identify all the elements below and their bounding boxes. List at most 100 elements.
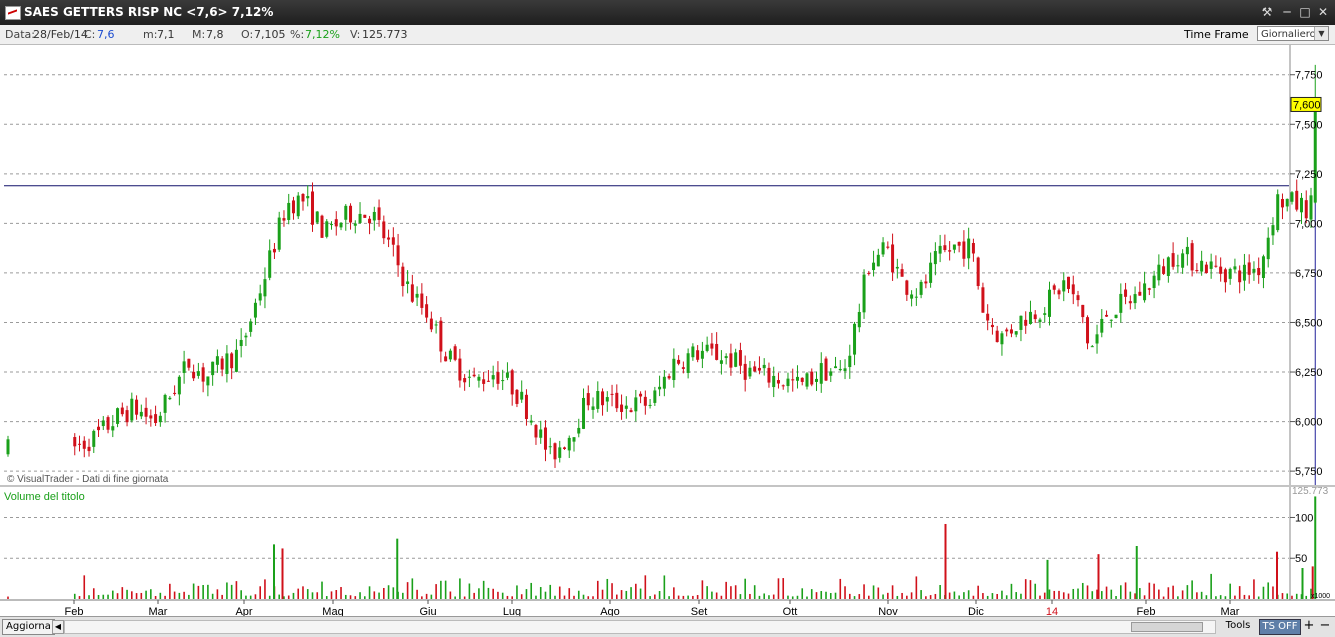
pct-value: 7,12%: [305, 28, 340, 41]
candle-body: [933, 251, 937, 265]
candle-body: [125, 410, 129, 423]
volume-bar: [635, 583, 637, 599]
candle-body: [691, 346, 695, 358]
volume-bar: [920, 590, 922, 599]
volume-bar: [368, 586, 371, 599]
candle-body: [163, 394, 167, 413]
zoom-in-button[interactable]: +: [1302, 618, 1316, 634]
volume-bar: [1100, 591, 1103, 599]
candle-body: [924, 281, 928, 284]
scroll-left-icon[interactable]: ◀: [52, 620, 64, 634]
candle-body: [1076, 295, 1080, 301]
time-tick-label: Nov: [878, 606, 898, 616]
volume-bar: [1120, 585, 1122, 599]
volume-tick-label: 100: [1295, 512, 1313, 524]
price-tick-label: 7,750: [1295, 70, 1323, 82]
volume-bar: [910, 592, 913, 599]
volume-bar: [473, 592, 475, 599]
candle-body: [6, 439, 10, 455]
volume-bar: [996, 594, 998, 599]
candle-body: [1157, 264, 1161, 281]
candle-body: [330, 224, 334, 226]
candle-body: [263, 279, 267, 297]
volume-bar: [292, 592, 295, 599]
volume-bar: [820, 591, 823, 599]
volume-bar: [278, 594, 281, 599]
candle-body: [272, 248, 276, 253]
volume-bar: [1062, 592, 1065, 599]
volume-bar: [421, 596, 423, 599]
candle-body: [639, 393, 643, 397]
volume-bar: [592, 596, 594, 599]
candle-body: [1242, 264, 1246, 281]
volume-bar: [701, 580, 704, 599]
candle-body: [1005, 329, 1009, 332]
volume-bar: [1024, 579, 1027, 599]
close-icon[interactable]: ✕: [1315, 4, 1331, 20]
volume-bar: [739, 594, 742, 599]
volume-bar: [444, 580, 447, 599]
candle-body: [1128, 301, 1132, 304]
candle-body: [658, 386, 662, 390]
volume-bar: [639, 588, 642, 599]
wrench-icon[interactable]: ⚒: [1259, 4, 1275, 20]
candle-body: [187, 358, 191, 368]
candle-body: [734, 352, 738, 367]
candle-body: [738, 350, 742, 366]
volume-bar: [221, 594, 223, 599]
candle-body: [1266, 237, 1270, 260]
bottom-toolbar: Aggiorna ◀ Tools TS OFF + −: [0, 616, 1335, 637]
volume-bar: [211, 593, 214, 599]
volume-bar: [88, 595, 90, 599]
candle-body: [710, 343, 714, 349]
volume-bar: [810, 589, 813, 599]
refresh-button[interactable]: Aggiorna: [2, 619, 55, 635]
price-chart[interactable]: 7,750 7,500 7,250 7,000 6,750 6,500 6,250 6,000…: [0, 45, 1335, 616]
candle-body: [610, 393, 614, 395]
candle-body: [1200, 260, 1204, 272]
volume-bar: [425, 593, 428, 599]
candle-body: [1119, 293, 1123, 313]
candle-body: [539, 429, 543, 438]
volume-bar: [126, 589, 128, 599]
candle-body: [995, 330, 999, 343]
candle-body: [230, 353, 234, 369]
candle-body: [891, 244, 895, 273]
candle-body: [1109, 319, 1113, 321]
horizontal-scrollbar[interactable]: [64, 620, 1216, 634]
maximize-icon[interactable]: □: [1297, 4, 1313, 20]
candle-body: [786, 378, 790, 387]
candle-body: [1228, 268, 1232, 279]
volume-bar: [302, 586, 304, 599]
candle-body: [1214, 265, 1218, 267]
candle-body: [1057, 290, 1061, 295]
candle-body: [1280, 198, 1284, 208]
candle-body: [1299, 197, 1303, 213]
volume-bar: [121, 587, 124, 599]
candle-body: [291, 200, 295, 214]
candle-body: [1114, 314, 1118, 319]
volume-bar: [582, 594, 585, 599]
tools-button[interactable]: Tools: [1220, 619, 1256, 633]
candle-body: [206, 376, 210, 386]
volume-bar: [573, 595, 575, 599]
zoom-out-button[interactable]: −: [1318, 618, 1332, 634]
ts-off-button[interactable]: TS OFF: [1259, 619, 1301, 635]
scrollbar-thumb[interactable]: [1131, 622, 1203, 632]
timeframe-select[interactable]: Giornaliero ▼: [1257, 26, 1329, 41]
minimize-icon[interactable]: ─: [1279, 4, 1295, 20]
volume-bar: [173, 591, 176, 599]
candle-body: [976, 257, 980, 287]
candle-body: [1247, 262, 1251, 275]
dropdown-arrow-icon[interactable]: ▼: [1314, 27, 1328, 40]
volume-bar: [934, 593, 937, 599]
volume-bar: [829, 593, 832, 599]
volume-bar: [944, 523, 947, 599]
candle-body: [872, 262, 876, 271]
volume-bar: [1295, 593, 1298, 599]
candle-body: [467, 376, 471, 378]
close-label: C:: [84, 28, 96, 41]
candle-body: [862, 274, 866, 313]
candle-body: [130, 398, 134, 421]
candle-body: [743, 363, 747, 380]
